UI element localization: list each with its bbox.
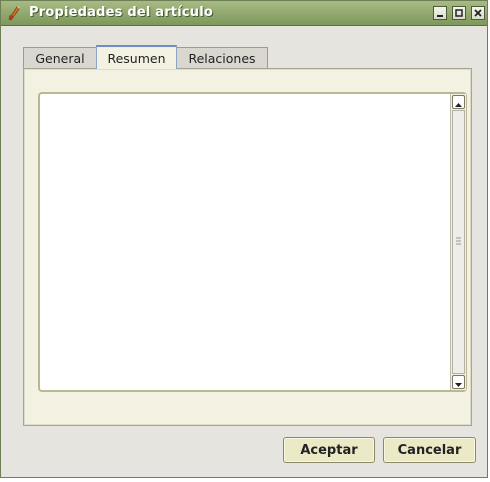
tab-resumen[interactable]: Resumen xyxy=(96,45,177,69)
close-icon xyxy=(474,9,482,17)
summary-text-area[interactable] xyxy=(38,92,467,392)
maximize-icon xyxy=(455,9,463,17)
title-bar[interactable]: Propiedades del artículo xyxy=(1,1,487,26)
tab-resumen-label: Resumen xyxy=(107,50,166,66)
vertical-scrollbar[interactable] xyxy=(450,94,466,390)
tab-general-label: General xyxy=(35,51,85,66)
tab-relaciones[interactable]: Relaciones xyxy=(176,47,268,69)
maximize-button[interactable] xyxy=(452,6,466,20)
scroll-thumb[interactable] xyxy=(452,110,465,374)
quill-icon xyxy=(6,5,22,21)
arrow-down-icon xyxy=(455,383,462,387)
tab-relaciones-label: Relaciones xyxy=(188,51,256,66)
accept-button[interactable]: Aceptar xyxy=(283,437,375,463)
window-title: Propiedades del artículo xyxy=(29,5,214,20)
grip-icon xyxy=(456,237,461,245)
properties-dialog: Propiedades del artículo General Resumen… xyxy=(0,0,488,478)
cancel-button[interactable]: Cancelar xyxy=(383,437,476,463)
scroll-up-button[interactable] xyxy=(452,95,465,109)
desktop-background xyxy=(0,478,490,482)
minimize-icon xyxy=(437,15,443,17)
minimize-button[interactable] xyxy=(433,6,447,20)
close-button[interactable] xyxy=(471,6,485,20)
tab-general[interactable]: General xyxy=(23,47,97,69)
scroll-down-button[interactable] xyxy=(452,375,465,389)
